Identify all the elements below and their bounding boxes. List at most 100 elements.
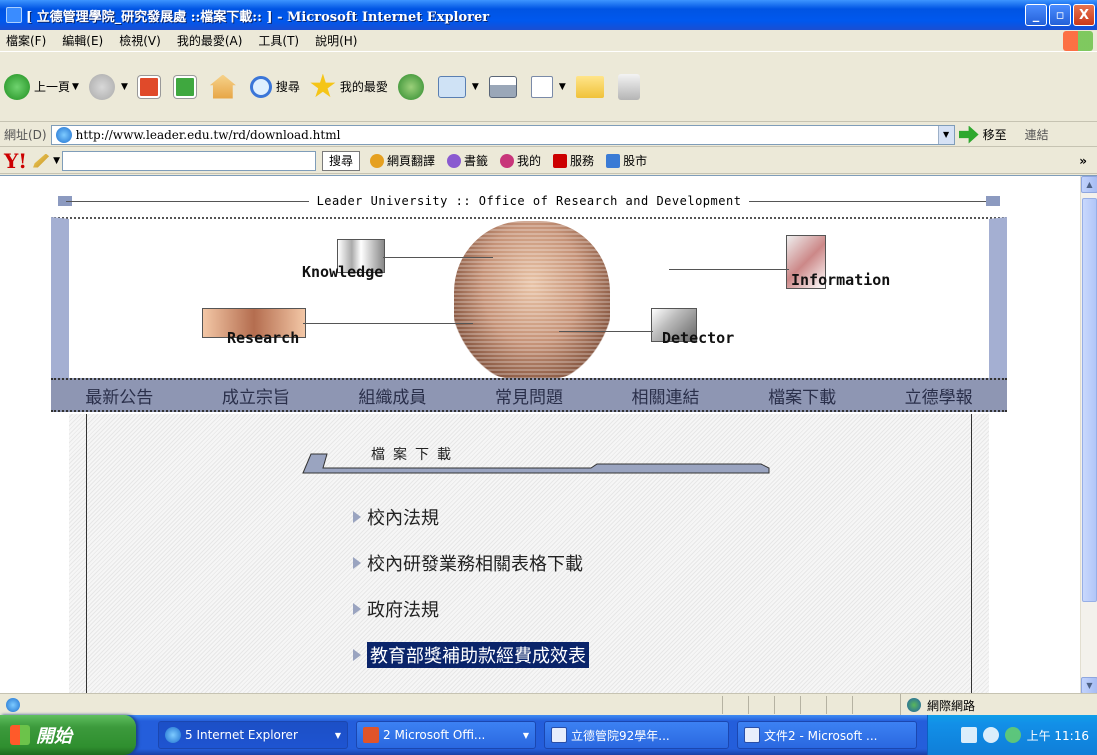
favorites-button[interactable]: 我的最愛: [310, 73, 388, 100]
nav-links[interactable]: 相關連結: [632, 383, 700, 408]
services-label: 服務: [570, 154, 595, 168]
menu-edit[interactable]: 編輯(E): [62, 32, 103, 49]
nav-downloads[interactable]: 檔案下載: [768, 383, 836, 408]
clock[interactable]: 上午 11:16: [1027, 727, 1089, 744]
office-icon: [363, 727, 379, 743]
bookmarks-button[interactable]: 書籤: [447, 152, 488, 169]
links-button[interactable]: 連結: [1025, 126, 1049, 143]
keyboard-icon[interactable]: [960, 727, 977, 743]
scroll-down-icon[interactable]: ▼: [1081, 677, 1097, 693]
chevron-down-icon[interactable]: ▼: [937, 125, 954, 144]
menu-bar: 檔案(F) 編輯(E) 檢視(V) 我的最愛(A) 工具(T) 說明(H): [0, 30, 1097, 52]
pen-icon[interactable]: [33, 153, 50, 168]
bullet-icon: [353, 649, 361, 661]
yahoo-logo[interactable]: Y!: [4, 149, 27, 173]
file-link[interactable]: 教育部獎補助款經費成效表: [367, 642, 589, 668]
back-button[interactable]: 上一頁 ▼: [4, 73, 79, 100]
chevron-down-icon[interactable]: ▼: [72, 82, 79, 92]
globe-icon: [907, 698, 921, 712]
nav-members[interactable]: 組織成員: [358, 383, 426, 408]
menu-file[interactable]: 檔案(F): [6, 32, 46, 49]
services-button[interactable]: 服務: [553, 152, 594, 169]
status-panel: [852, 696, 878, 714]
start-label: 開始: [36, 726, 72, 747]
chevron-down-icon[interactable]: ▼: [121, 82, 128, 92]
messenger-button[interactable]: [617, 73, 644, 100]
section-title: 檔案下載: [371, 447, 459, 463]
menu-help[interactable]: 說明(H): [315, 32, 357, 49]
address-field[interactable]: ▼: [50, 124, 955, 145]
file-item-campus-regulations[interactable]: 校內法規: [353, 494, 589, 540]
yahoo-search-button[interactable]: 搜尋: [321, 150, 360, 171]
history-icon: [397, 73, 424, 100]
vertical-scrollbar[interactable]: ▲ ▼: [1080, 176, 1097, 693]
edit-button[interactable]: ▼: [530, 75, 566, 98]
refresh-icon: [173, 75, 196, 98]
file-item-rd-forms[interactable]: 校內研發業務相關表格下載: [353, 540, 589, 586]
address-input[interactable]: [75, 127, 938, 142]
scroll-up-icon[interactable]: ▲: [1081, 176, 1097, 193]
content-border-left: [86, 414, 87, 693]
favorites-label: 我的最愛: [339, 80, 388, 94]
file-list: 校內法規 校內研發業務相關表格下載 政府法規 教育部獎補助款經費成效表: [353, 494, 589, 678]
print-button[interactable]: [488, 75, 521, 98]
connector-line: [303, 323, 473, 324]
site-header-text: Leader University :: Office of Research …: [308, 194, 750, 208]
back-label: 上一頁: [34, 80, 71, 94]
task-word-document-2[interactable]: 文件2 - Microsoft ...: [737, 721, 917, 749]
my-label: 我的: [517, 154, 542, 168]
history-button[interactable]: [397, 73, 428, 100]
standard-toolbar: 上一頁 ▼ ▼ 搜尋 我的最愛 ▼ ▼: [0, 52, 1097, 122]
my-yahoo-button[interactable]: 我的: [500, 152, 541, 169]
task-internet-explorer[interactable]: 5 Internet Explorer ▼: [158, 721, 348, 749]
research-icon: [617, 73, 640, 100]
status-panel: [722, 696, 748, 714]
maximize-button[interactable]: ▫: [1049, 4, 1071, 26]
chevron-down-icon: ▼: [522, 730, 529, 740]
file-link[interactable]: 校內法規: [367, 504, 439, 530]
start-button[interactable]: 開始: [0, 715, 136, 755]
file-link[interactable]: 校內研發業務相關表格下載: [367, 550, 583, 576]
window-title: [ 立德管理學院_研究發展處 ::檔案下載:: ] - Microsoft In…: [26, 9, 490, 25]
menu-favorites[interactable]: 我的最愛(A): [177, 32, 243, 49]
search-button[interactable]: 搜尋: [249, 75, 300, 98]
toolbar-more-button[interactable]: »: [1079, 154, 1087, 168]
folder-icon: [575, 75, 604, 98]
nav-journal[interactable]: 立德學報: [905, 383, 973, 408]
information-label: Information: [791, 271, 891, 289]
printer-icon: [488, 75, 517, 98]
translate-button[interactable]: 網頁翻譯: [370, 152, 435, 169]
file-item-moe-grants[interactable]: 教育部獎補助款經費成效表: [353, 632, 589, 678]
menu-tools[interactable]: 工具(T): [258, 32, 299, 49]
task-microsoft-office[interactable]: 2 Microsoft Offi... ▼: [356, 721, 536, 749]
task-word-document-1[interactable]: 立德管院92學年...: [544, 721, 729, 749]
forward-arrow-icon: [88, 73, 115, 100]
nav-purpose[interactable]: 成立宗旨: [222, 383, 290, 408]
minimize-button[interactable]: _: [1025, 4, 1047, 26]
nav-news[interactable]: 最新公告: [85, 383, 153, 408]
page-icon: [55, 126, 72, 143]
close-button[interactable]: X: [1073, 4, 1095, 26]
home-button[interactable]: [209, 74, 240, 99]
go-button[interactable]: 移至: [958, 125, 1007, 144]
chevron-down-icon[interactable]: ▼: [53, 156, 60, 166]
content-area: 檔案下載 校內法規 校內研發業務相關表格下載 政府法規 教育部獎補助款經費成效表: [51, 414, 1007, 693]
chevron-down-icon[interactable]: ▼: [472, 82, 479, 92]
file-item-government-regulations[interactable]: 政府法規: [353, 586, 589, 632]
chevron-down-icon[interactable]: ▼: [559, 82, 566, 92]
stocks-button[interactable]: 股市: [606, 152, 647, 169]
nav-faq[interactable]: 常見問題: [495, 383, 563, 408]
detector-label: Detector: [662, 329, 735, 347]
forward-button[interactable]: ▼: [88, 73, 128, 100]
expand-tray-icon[interactable]: [982, 727, 999, 743]
folder-button[interactable]: [575, 75, 608, 98]
menu-view[interactable]: 檢視(V): [119, 32, 161, 49]
mail-button[interactable]: ▼: [437, 75, 479, 98]
refresh-button[interactable]: [173, 75, 200, 98]
file-link[interactable]: 政府法規: [367, 596, 439, 622]
yahoo-search-input[interactable]: [61, 150, 316, 171]
volume-icon[interactable]: [1004, 727, 1021, 743]
research-label: Research: [227, 329, 300, 347]
stop-button[interactable]: [137, 75, 164, 98]
scrollbar-thumb[interactable]: [1082, 198, 1097, 602]
